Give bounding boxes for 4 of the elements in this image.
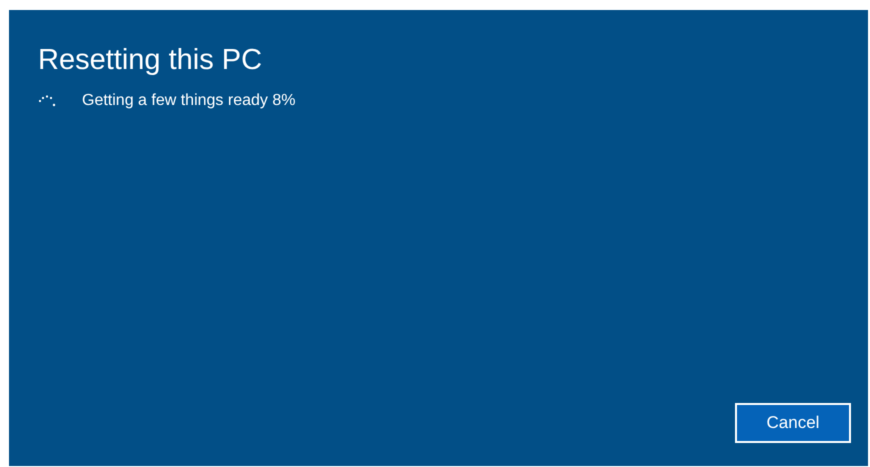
- loading-spinner-icon: [38, 94, 58, 108]
- status-text: Getting a few things ready 8%: [82, 92, 296, 110]
- cancel-button[interactable]: Cancel: [735, 403, 851, 443]
- dialog-title: Resetting this PC: [38, 43, 264, 78]
